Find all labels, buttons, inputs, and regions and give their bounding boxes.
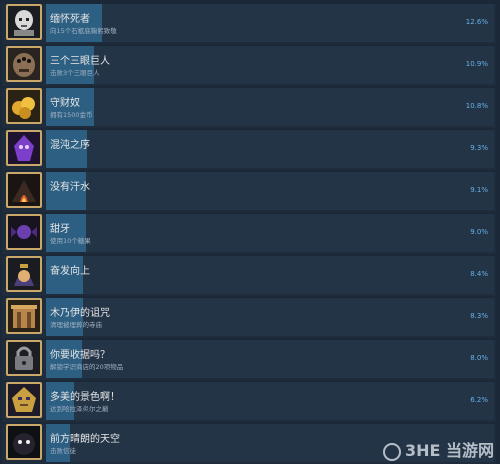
achievement-description: 达到哈拉泽炎尔之巅 (50, 405, 109, 413)
candy-icon (6, 214, 42, 250)
achievement-description: 拥有1500金币 (50, 111, 93, 119)
achievement-title: 甜牙 (50, 224, 70, 235)
progress-track (46, 256, 494, 294)
watermark-logo-icon (382, 442, 401, 461)
padlock-icon (6, 340, 42, 376)
achievement-title: 你要收据吗？ (50, 350, 110, 361)
progress-track (46, 4, 494, 42)
unlock-percentage: 6.2% (470, 396, 488, 404)
unlock-percentage: 8.0% (470, 354, 488, 362)
achievement-description: 击败3个三眼巨人 (50, 69, 100, 77)
skull-knight-icon (6, 4, 42, 40)
temple-icon (6, 298, 42, 334)
fire-cave-icon (6, 172, 42, 208)
achievement-description: 击败信徒 (50, 447, 76, 455)
achievement-description: 解锁学识商店的20项物品 (50, 363, 124, 371)
unlock-percentage: 8.3% (470, 312, 488, 320)
unlock-percentage: 9.1% (470, 186, 488, 194)
achievement-title: 奋发向上 (50, 266, 90, 277)
achievement-title: 多美的景色啊！ (50, 392, 120, 403)
achievement-title: 缅怀死者 (50, 14, 90, 25)
progress-track (46, 340, 494, 378)
progress-track (46, 172, 494, 210)
unlock-percentage: 8.4% (470, 270, 488, 278)
achievement-title: 没有汗水 (50, 182, 90, 193)
watermark-text: 3HE 当游网 (404, 441, 494, 460)
unlock-percentage: 9.3% (470, 144, 488, 152)
progress-track (46, 214, 494, 252)
progress-track (46, 88, 494, 126)
progress-track (46, 298, 494, 336)
achievement-row[interactable]: 甜牙 使用10个糖果 9.0% (2, 214, 496, 254)
unlock-percentage: 10.8% (465, 102, 488, 110)
site-watermark: 3HE 当游网 (374, 437, 494, 461)
progress-track (46, 46, 494, 84)
unlock-percentage: 10.9% (465, 60, 488, 68)
unlock-percentage: 9.0% (470, 228, 488, 236)
achievement-title: 混沌之序 (50, 140, 90, 151)
achievement-row[interactable]: 木乃伊的诅咒 清理被埋葬的寺庙 8.3% (2, 298, 496, 338)
achievement-description: 清理被埋葬的寺庙 (50, 321, 102, 329)
shadow-creature-icon (6, 424, 42, 460)
achievement-title: 三个三眼巨人 (50, 56, 110, 67)
achievement-row[interactable]: 多美的景色啊！ 达到哈拉泽炎尔之巅 6.2% (2, 382, 496, 422)
chaos-demon-icon (6, 130, 42, 166)
achievement-description: 使用10个糖果 (50, 237, 91, 245)
achievement-row[interactable]: 奋发向上 8.4% (2, 256, 496, 296)
achievement-row[interactable]: 守财奴 拥有1500金币 10.8% (2, 88, 496, 128)
unlock-percentage: 12.6% (465, 18, 488, 26)
achievement-title: 前方晴朗的天空 (50, 434, 120, 445)
achievement-title: 守财奴 (50, 98, 80, 109)
achievement-title: 木乃伊的诅咒 (50, 308, 110, 319)
achievement-row[interactable]: 缅怀死者 向15个石柩底鞠躬致敬 12.6% (2, 4, 496, 44)
achievement-row[interactable]: 混沌之序 9.3% (2, 130, 496, 170)
progress-track (46, 130, 494, 168)
golden-mask-icon (6, 382, 42, 418)
achievement-row[interactable]: 没有汗水 9.1% (2, 172, 496, 212)
gold-coins-icon (6, 88, 42, 124)
three-eyed-giant-icon (6, 46, 42, 82)
achievement-description: 向15个石柩底鞠躬致敬 (50, 27, 117, 35)
hooded-hero-icon (6, 256, 42, 292)
achievement-row[interactable]: 三个三眼巨人 击败3个三眼巨人 10.9% (2, 46, 496, 86)
achievement-row[interactable]: 你要收据吗？ 解锁学识商店的20项物品 8.0% (2, 340, 496, 380)
